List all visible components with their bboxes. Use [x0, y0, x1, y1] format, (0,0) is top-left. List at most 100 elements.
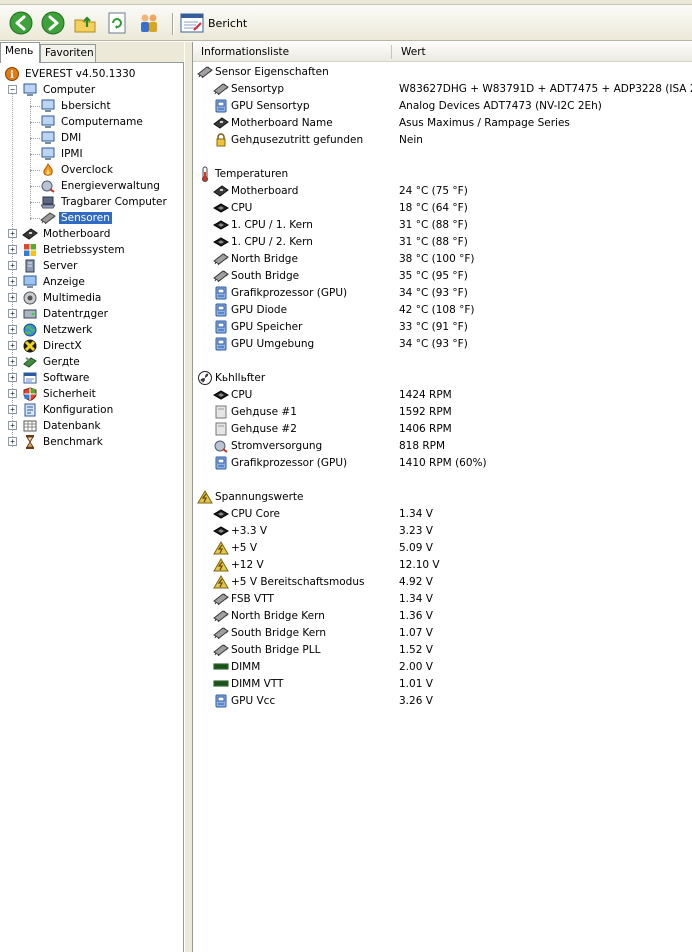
table-row[interactable]: +5 V: [213, 539, 257, 556]
tree-item-benchmark[interactable]: Benchmark: [22, 434, 105, 450]
benchmark-expand-toggle[interactable]: +: [8, 437, 17, 446]
software-expand-toggle[interactable]: +: [8, 373, 17, 382]
devices-expand-toggle[interactable]: +: [8, 357, 17, 366]
refresh-button[interactable]: [104, 10, 130, 36]
table-row[interactable]: Sensortyp: [213, 80, 284, 97]
row-label: South Bridge Kern: [231, 626, 327, 639]
tree-item-database[interactable]: Datenbank: [22, 418, 103, 434]
tree-item-power-management[interactable]: Energieverwaltung: [40, 178, 162, 194]
table-row[interactable]: CPU Core: [213, 505, 280, 522]
back-button[interactable]: [8, 10, 34, 36]
tree-root[interactable]: i EVEREST v4.50.1330: [4, 66, 137, 82]
tree-item-software[interactable]: Software: [22, 370, 91, 386]
table-row[interactable]: Stromversorgung: [213, 437, 322, 454]
table-row[interactable]: North Bridge Kern: [213, 607, 325, 624]
table-row[interactable]: 1. CPU / 2. Kern: [213, 233, 313, 250]
chip-icon: [213, 591, 229, 607]
tree-item-ipmi[interactable]: IPMI: [40, 146, 85, 162]
display-expand-toggle[interactable]: +: [8, 277, 17, 286]
users-button[interactable]: [136, 10, 162, 36]
database-expand-toggle[interactable]: +: [8, 421, 17, 430]
table-row[interactable]: Gehдuse #1: [213, 403, 297, 420]
table-row[interactable]: CPU: [213, 199, 252, 216]
tree-item-operating-system[interactable]: Betriebssystem: [22, 242, 127, 258]
security-expand-toggle[interactable]: +: [8, 389, 17, 398]
panel-splitter[interactable]: [184, 42, 192, 952]
tree-item-motherboard[interactable]: Motherboard: [22, 226, 112, 242]
row-label: CPU: [231, 388, 253, 401]
computer-icon: [40, 146, 56, 162]
table-row[interactable]: FSB VTT: [213, 590, 274, 607]
tree-item-sensors[interactable]: Sensoren: [40, 210, 113, 226]
flame-icon: [40, 162, 56, 178]
multimedia-expand-toggle[interactable]: +: [8, 293, 17, 302]
tab-favorites[interactable]: Favoriten: [40, 44, 96, 62]
configuration-expand-toggle[interactable]: +: [8, 405, 17, 414]
case-icon: [213, 421, 229, 437]
report-button[interactable]: Bericht: [180, 11, 247, 35]
table-row[interactable]: Gehдusezutritt gefunden: [213, 131, 363, 148]
table-row[interactable]: North Bridge: [213, 250, 298, 267]
monitor-icon: [22, 274, 38, 290]
tree-item-configuration[interactable]: Konfiguration: [22, 402, 115, 418]
column-divider[interactable]: [391, 45, 392, 59]
table-row[interactable]: GPU Sensortyp: [213, 97, 309, 114]
tree-item-devices[interactable]: Gerдte: [22, 354, 82, 370]
table-row[interactable]: GPU Umgebung: [213, 335, 314, 352]
table-row[interactable]: GPU Diode: [213, 301, 287, 318]
row-value: 1424 RPM: [399, 388, 452, 401]
tree-item-network[interactable]: Netzwerk: [22, 322, 94, 338]
section-header[interactable]: Sensor Eigenschaften: [197, 63, 329, 80]
os-expand-toggle[interactable]: +: [8, 245, 17, 254]
tree-item-security[interactable]: Sicherheit: [22, 386, 98, 402]
tree-item-server[interactable]: Server: [22, 258, 79, 274]
tree-item-dmi[interactable]: DMI: [40, 130, 83, 146]
table-row[interactable]: South Bridge PLL: [213, 641, 320, 658]
row-value: Asus Maximus / Rampage Series: [399, 116, 570, 129]
tree-item-overview[interactable]: Ьbersicht: [40, 98, 113, 114]
motherboard-expand-toggle[interactable]: +: [8, 229, 17, 238]
table-row[interactable]: South Bridge: [213, 267, 299, 284]
directx-expand-toggle[interactable]: +: [8, 341, 17, 350]
table-row[interactable]: Gehдuse #2: [213, 420, 297, 437]
table-row[interactable]: South Bridge Kern: [213, 624, 326, 641]
storage-expand-toggle[interactable]: +: [8, 309, 17, 318]
section-header[interactable]: Spannungswerte: [197, 488, 303, 505]
tree-item-computer[interactable]: Computer: [22, 82, 97, 98]
network-expand-toggle[interactable]: +: [8, 325, 17, 334]
cpu-icon: [213, 234, 229, 250]
table-row[interactable]: +3.3 V: [213, 522, 267, 539]
row-value: Nein: [399, 133, 423, 146]
section-header[interactable]: Kьhllьfter: [197, 369, 265, 386]
column-header-value[interactable]: Wert: [401, 46, 426, 58]
table-row[interactable]: Motherboard Name: [213, 114, 333, 131]
tree-item-multimedia[interactable]: Multimedia: [22, 290, 103, 306]
forward-button[interactable]: [40, 10, 66, 36]
table-row[interactable]: +5 V Bereitschaftsmodus: [213, 573, 364, 590]
tree-item-display[interactable]: Anzeige: [22, 274, 87, 290]
up-folder-button[interactable]: [72, 10, 98, 36]
table-row[interactable]: 1. CPU / 1. Kern: [213, 216, 313, 233]
table-row[interactable]: DIMM VTT: [213, 675, 283, 692]
computer-collapse-toggle[interactable]: −: [8, 85, 17, 94]
row-label: GPU Umgebung: [231, 337, 315, 350]
section-header[interactable]: Temperaturen: [197, 165, 288, 182]
table-row[interactable]: CPU: [213, 386, 252, 403]
table-row[interactable]: Motherboard: [213, 182, 298, 199]
table-row[interactable]: Grafikprozessor (GPU): [213, 284, 347, 301]
tree-item-computername[interactable]: Computername: [40, 114, 145, 130]
tree-item-directx[interactable]: DirectX: [22, 338, 84, 354]
server-expand-toggle[interactable]: +: [8, 261, 17, 270]
tree-item-storage[interactable]: Datentrдger: [22, 306, 110, 322]
tree-item-portable-computer[interactable]: Tragbarer Computer: [40, 194, 169, 210]
row-label: South Bridge PLL: [231, 643, 321, 656]
table-row[interactable]: DIMM: [213, 658, 260, 675]
tab-menu[interactable]: Menь: [0, 42, 40, 63]
column-header-field[interactable]: Informationsliste: [201, 46, 289, 58]
table-row[interactable]: GPU Speicher: [213, 318, 302, 335]
table-row[interactable]: Grafikprozessor (GPU): [213, 454, 347, 471]
tree-item-overclock[interactable]: Overclock: [40, 162, 115, 178]
chip-icon: [213, 625, 229, 641]
table-row[interactable]: GPU Vcc: [213, 692, 275, 709]
table-row[interactable]: +12 V: [213, 556, 264, 573]
